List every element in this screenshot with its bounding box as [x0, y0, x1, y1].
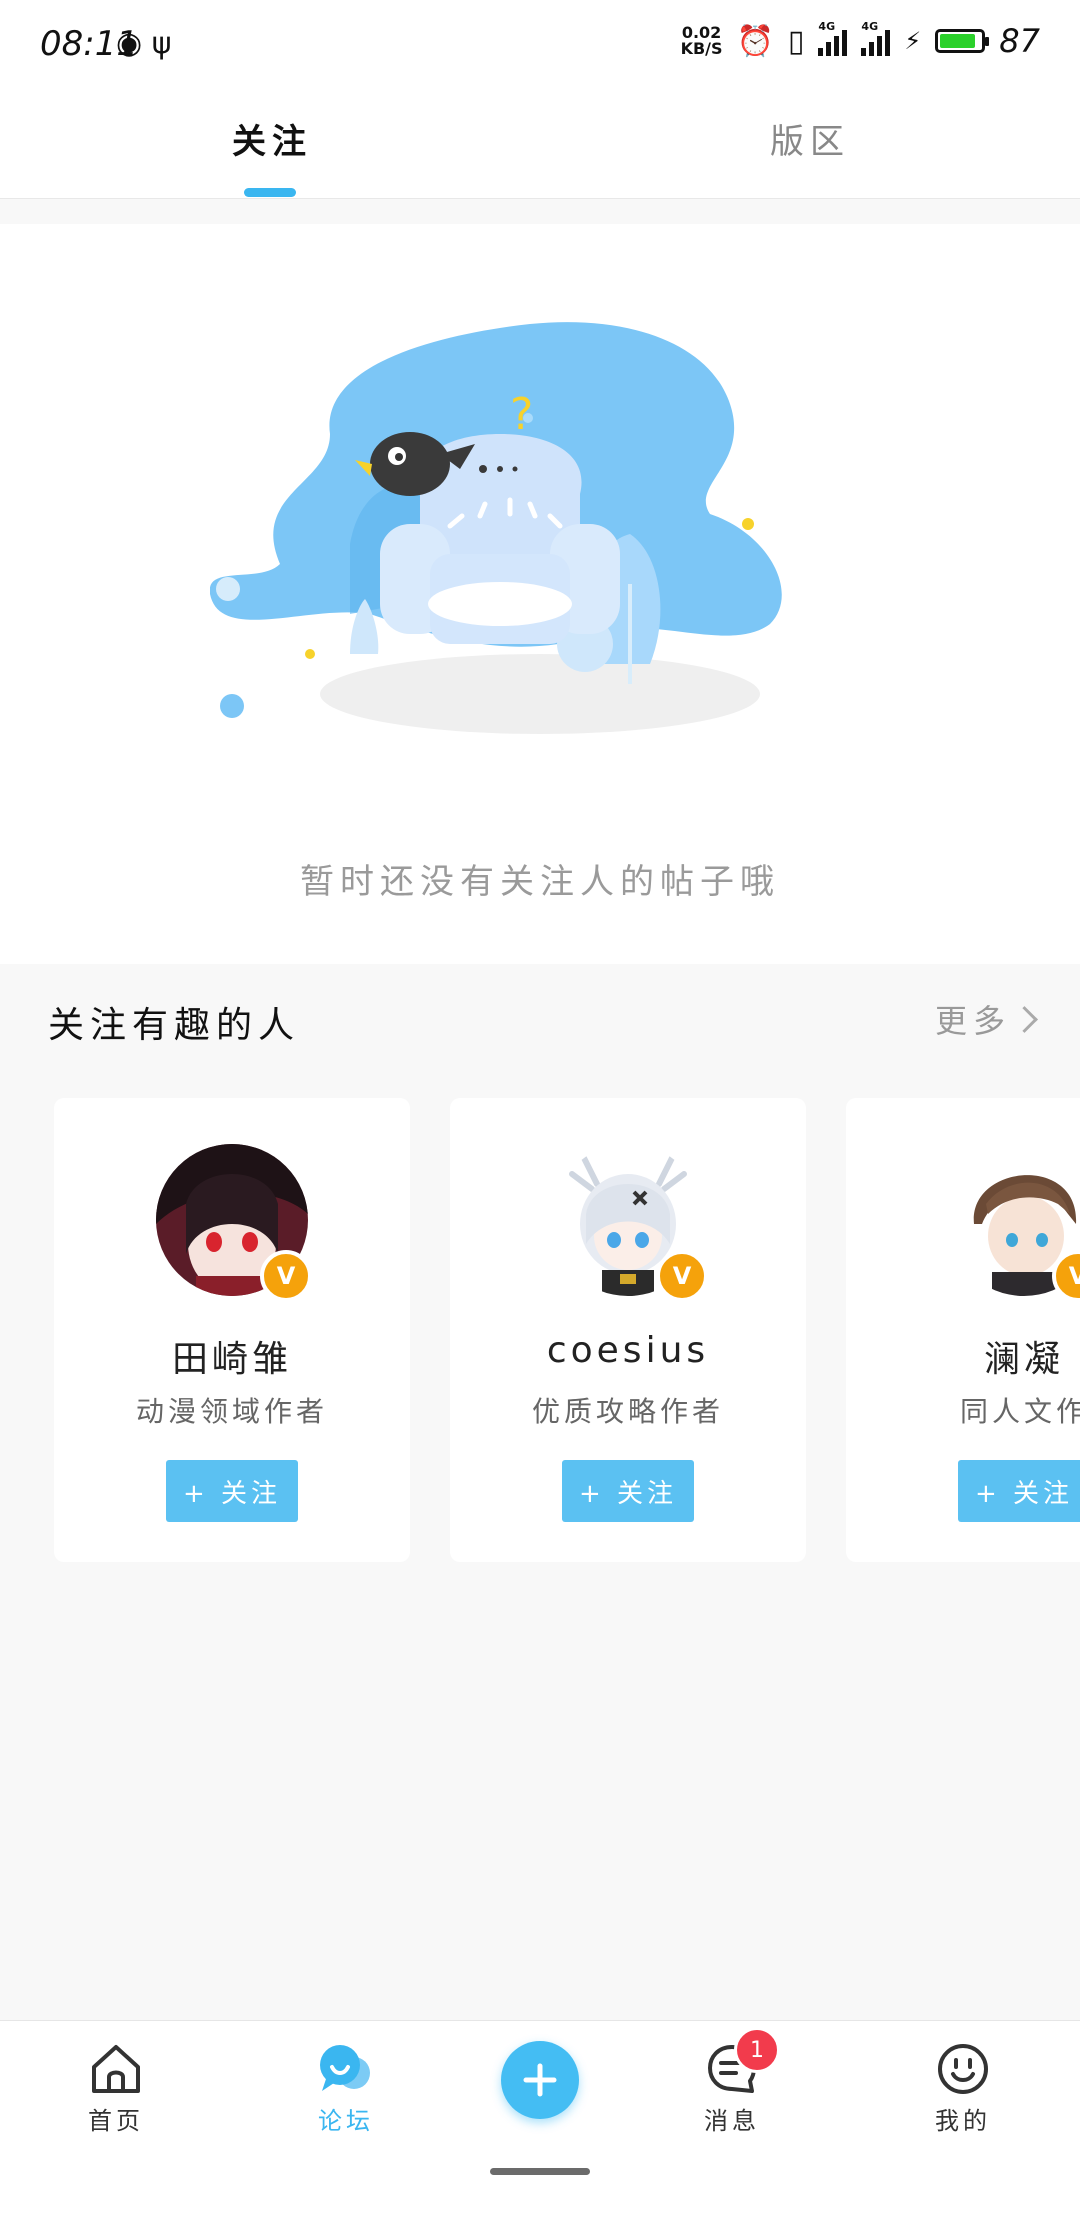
nav-messages[interactable]: 1 消息: [672, 2027, 792, 2136]
nav-home[interactable]: 首页: [56, 2041, 176, 2136]
follow-button[interactable]: + 关注: [166, 1460, 298, 1522]
battery-icon: [935, 29, 990, 53]
recommend-title: 关注有趣的人: [48, 1005, 301, 1046]
tab-active-indicator: [244, 188, 296, 197]
message-count-badge: 1: [734, 2027, 780, 2073]
user-card[interactable]: V coesius 优质攻略作者 + 关注: [450, 1098, 806, 1562]
battery-percent: 87: [999, 22, 1040, 60]
nav-home-label: 首页: [88, 2107, 144, 2135]
vibrate-icon: ▯: [787, 23, 805, 59]
user-desc: 动漫领域作者: [135, 1395, 328, 1428]
recommend-carousel[interactable]: V 田崎雏 动漫领域作者 + 关注 V coesius 优质攻略作者 + 关注: [54, 1098, 1080, 1568]
plus-icon: [523, 2063, 557, 2097]
forum-icon: [320, 2045, 370, 2091]
status-right: 0.02 KB/S ⏰ ▯ 4G 4G ⚡ 87: [680, 20, 1040, 60]
alarm-icon: ⏰: [736, 23, 774, 59]
usb-icon: ψ: [151, 26, 172, 61]
net-speed: 0.02 KB/S: [680, 23, 723, 58]
user-name[interactable]: coesius: [450, 1330, 806, 1371]
user-name[interactable]: 澜凝: [846, 1330, 1080, 1382]
charging-icon: ⚡: [904, 27, 922, 55]
status-bar: 08:11 ◉ ψ 0.02 KB/S ⏰ ▯ 4G 4G ⚡ 87: [0, 0, 1080, 92]
nav-forum-label: 论坛: [318, 2107, 374, 2135]
empty-message: 暂时还没有关注人的帖子哦: [300, 862, 780, 902]
user-desc: 同人文作: [959, 1395, 1080, 1428]
user-card[interactable]: V 澜凝 同人文作 + 关注: [846, 1098, 1080, 1562]
follow-button[interactable]: + 关注: [958, 1460, 1080, 1522]
home-indicator[interactable]: [490, 2168, 590, 2175]
svg-text:?: ?: [510, 389, 533, 440]
nav-profile[interactable]: 我的: [903, 2041, 1023, 2136]
more-label: 更多: [934, 1002, 1011, 1040]
nav-profile-label: 我的: [935, 2107, 991, 2135]
empty-state: ? 暂时还没有关注人的帖子哦: [0, 224, 1080, 964]
chevron-right-icon: [1011, 1005, 1038, 1033]
user-card[interactable]: V 田崎雏 动漫领域作者 + 关注: [54, 1098, 410, 1562]
empty-illustration: ?: [210, 322, 782, 734]
home-icon: [92, 2045, 140, 2093]
top-tabs: 关注 版区: [0, 92, 1080, 199]
user-name[interactable]: 田崎雏: [54, 1330, 410, 1382]
user-desc: 优质攻略作者: [531, 1395, 724, 1428]
tab-board[interactable]: 版区: [770, 114, 850, 163]
create-post-button[interactable]: [501, 2041, 579, 2119]
nav-forum[interactable]: 论坛: [286, 2041, 406, 2136]
verified-badge: V: [260, 1250, 312, 1302]
more-link[interactable]: 更多: [934, 996, 1038, 1042]
follow-button[interactable]: + 关注: [562, 1460, 694, 1522]
status-left-icons: ◉ ψ: [116, 26, 172, 61]
verified-badge: V: [656, 1250, 708, 1302]
nav-messages-label: 消息: [704, 2107, 760, 2135]
tab-follow[interactable]: 关注: [232, 114, 312, 163]
hotspot-icon: ◉: [116, 26, 143, 61]
bottom-nav: 首页 论坛 1 消息 我的: [0, 2020, 1080, 2233]
signal-icon-2: 4G: [861, 20, 891, 56]
profile-icon: [938, 2044, 988, 2094]
signal-icon: 4G: [818, 20, 848, 56]
